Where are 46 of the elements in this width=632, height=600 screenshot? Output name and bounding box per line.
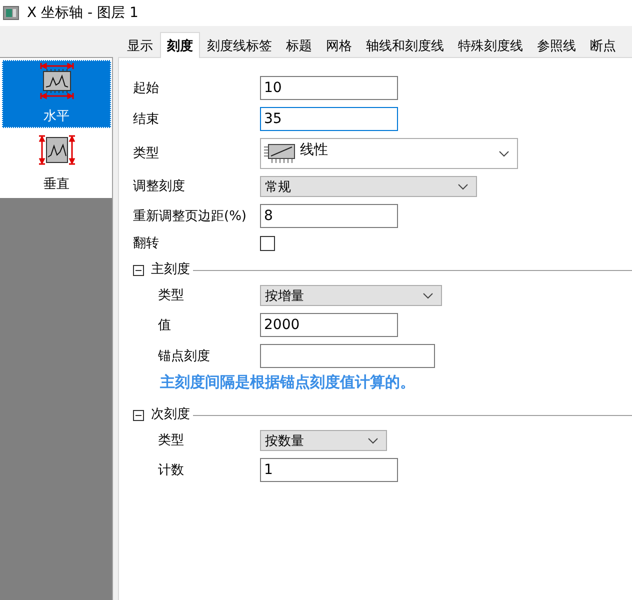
sidebar-item[interactable]: 水平	[2, 60, 111, 128]
input-field[interactable]: 1	[260, 458, 398, 482]
tab[interactable]: 网格	[319, 33, 359, 57]
scale-type-dropdown[interactable]: 线性	[260, 138, 518, 169]
field-label: 起始	[133, 80, 160, 96]
checkbox[interactable]	[260, 236, 275, 251]
field-label: 类型	[157, 287, 185, 304]
input-field[interactable]: 8	[260, 204, 398, 228]
tab[interactable]: 特殊刻度线	[451, 33, 530, 57]
field-label: 类型	[157, 432, 185, 449]
tab[interactable]: 刻度线标签	[200, 33, 279, 57]
field-label: 值	[157, 316, 172, 334]
field-label: 结束	[133, 110, 160, 128]
section-title: 次刻度	[151, 407, 190, 423]
chevron-down-icon	[368, 438, 378, 444]
tab[interactable]: 参照线	[530, 33, 583, 57]
tab[interactable]: 刻度	[160, 32, 200, 58]
horizontal-axis-chart-icon	[38, 62, 74, 100]
window-title: X 坐标轴 - 图层 1	[27, 4, 138, 22]
tab[interactable]: 断点	[583, 33, 623, 57]
collapse-icon[interactable]	[133, 410, 144, 420]
input-field[interactable]: 35	[260, 107, 398, 131]
input-field[interactable]	[260, 344, 435, 368]
input-field[interactable]: 2000	[260, 313, 398, 337]
tab[interactable]: 显示	[120, 33, 160, 57]
linear-scale-icon	[264, 142, 296, 164]
info-text: 主刻度间隔是根据锚点刻度值计算的。	[160, 373, 415, 391]
dropdown[interactable]: 按数量	[260, 430, 387, 451]
field-label: 锚点刻度	[157, 348, 211, 364]
field-label: 类型	[133, 145, 160, 162]
chevron-down-icon	[499, 150, 509, 156]
app-icon	[3, 6, 19, 20]
collapse-icon[interactable]	[133, 264, 144, 276]
chevron-down-icon	[458, 184, 468, 190]
vertical-axis-chart-icon	[38, 135, 74, 165]
dropdown[interactable]: 常规	[260, 176, 477, 197]
field-label: 翻转	[133, 235, 160, 252]
field-label: 调整刻度	[133, 178, 186, 195]
field-label: 重新调整页边距(%)	[133, 208, 248, 224]
input-field[interactable]: 10	[260, 76, 398, 100]
chevron-down-icon	[423, 292, 433, 298]
section-title: 主刻度	[151, 262, 190, 278]
dropdown[interactable]: 按增量	[260, 285, 442, 306]
tab[interactable]: 轴线和刻度线	[359, 33, 451, 57]
field-label: 计数	[157, 462, 185, 478]
tab[interactable]: 标题	[279, 33, 319, 57]
